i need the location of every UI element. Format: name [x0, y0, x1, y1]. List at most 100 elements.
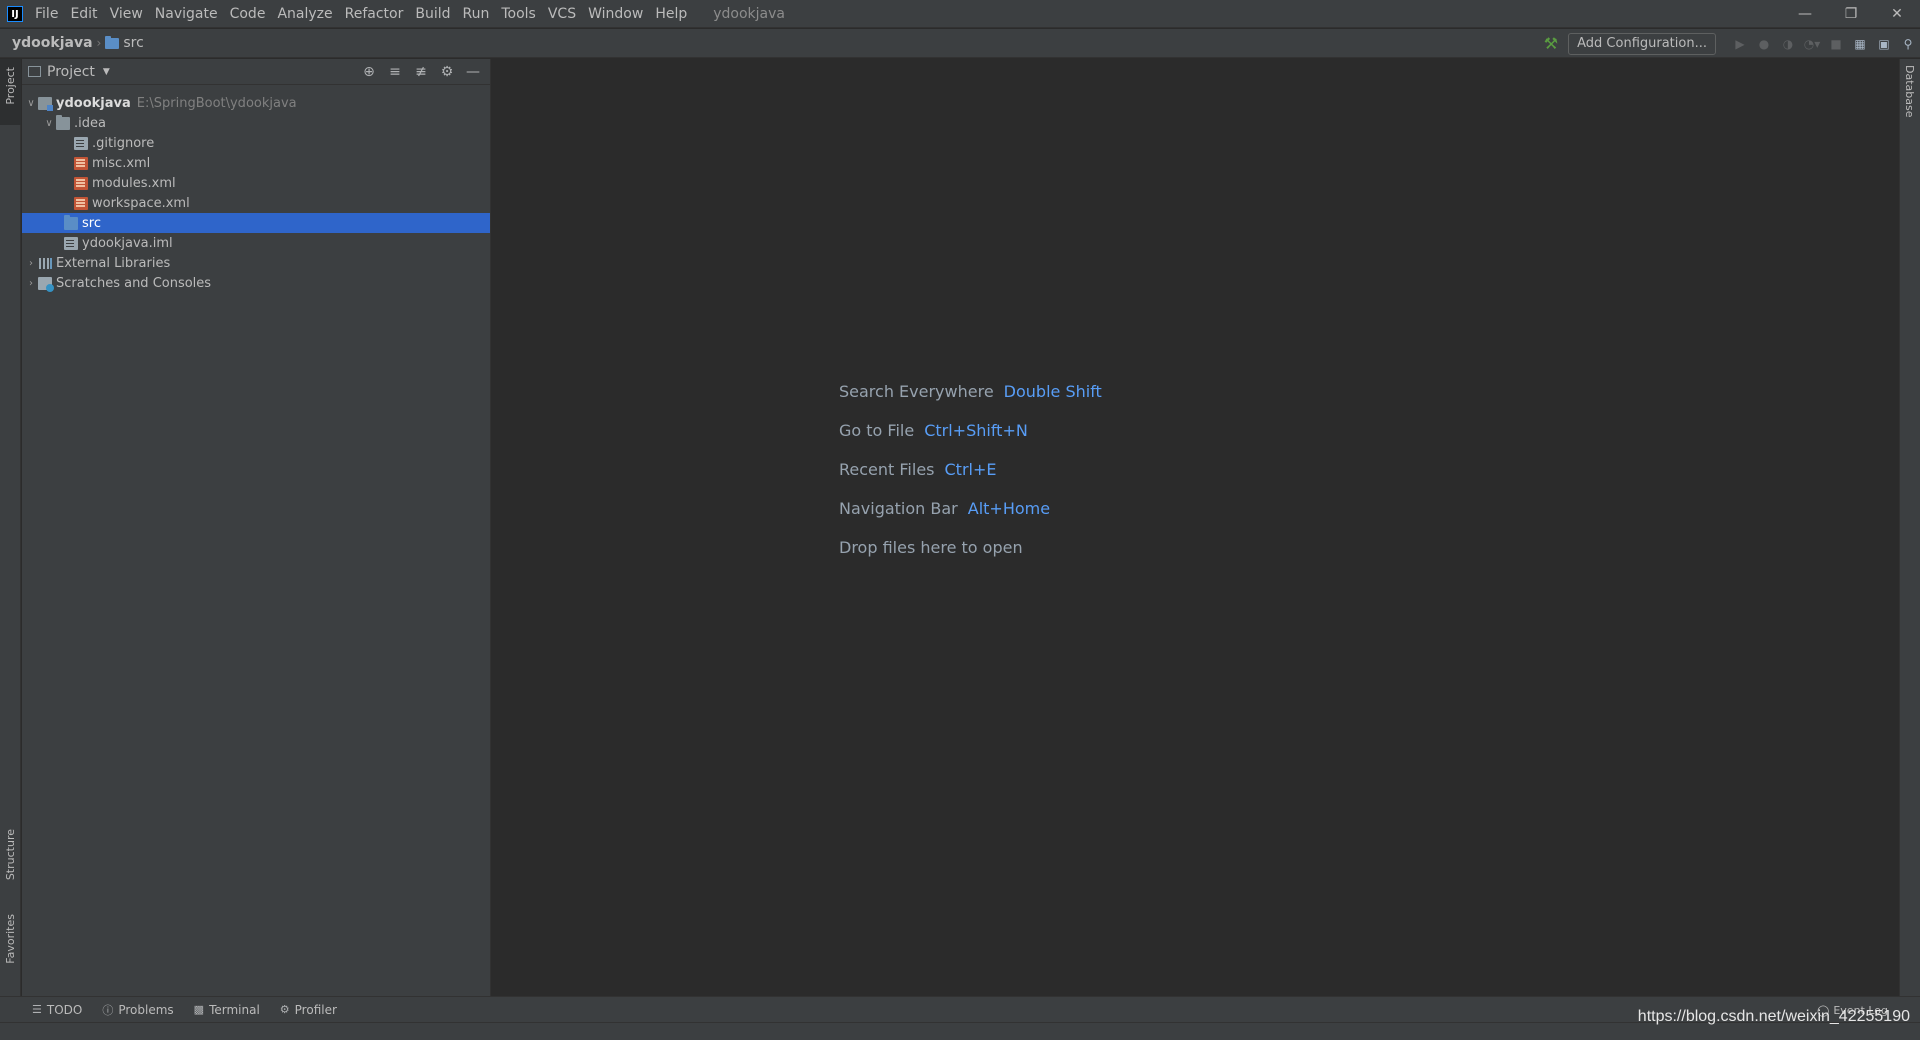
tool-tab-label: Terminal	[209, 1002, 260, 1017]
expand-all-icon[interactable]: ≡	[382, 61, 408, 83]
chevron-down-icon[interactable]: ∨	[24, 98, 38, 109]
profiler-icon: ⚙	[279, 1003, 290, 1016]
tool-tab-favorites[interactable]: Favorites	[0, 914, 21, 989]
breadcrumb-project[interactable]: ydookjava	[12, 35, 93, 51]
locate-file-icon[interactable]: ⊕	[356, 61, 382, 83]
breadcrumb-src[interactable]: src	[123, 35, 143, 51]
collapse-all-icon[interactable]: ≢	[408, 61, 434, 83]
tool-tab-favorites-label: Favorites	[4, 914, 17, 964]
hint-shortcut: Alt+Home	[967, 499, 1051, 518]
stop-icon[interactable]: ■	[1824, 32, 1848, 56]
hint-label: Search Everywhere	[839, 382, 994, 401]
gear-icon[interactable]: ⚙	[434, 61, 460, 83]
tool-tab-label: TODO	[46, 1002, 83, 1017]
tree-node-idea[interactable]: ∨ .idea	[22, 113, 490, 133]
tree-node-external-libraries[interactable]: › External Libraries	[22, 253, 490, 273]
debug-icon[interactable]: ●	[1752, 32, 1776, 56]
menu-vcs[interactable]: VCS	[542, 0, 582, 28]
title-bar: IJ File Edit View Navigate Code Analyze …	[0, 0, 1920, 28]
menu-run[interactable]: Run	[457, 0, 496, 28]
close-icon[interactable]: ✕	[1874, 0, 1920, 28]
bottom-tool-bar: ☰ TODO ⓘ Problems ▩ Terminal ⚙ Profiler …	[0, 996, 1920, 1022]
folder-icon	[56, 114, 70, 130]
tool-tab-todo[interactable]: ☰ TODO	[22, 997, 92, 1023]
tree-node-modules-xml[interactable]: modules.xml	[22, 173, 490, 193]
module-folder-icon	[38, 96, 53, 111]
profile-icon[interactable]: ◔▾	[1800, 32, 1824, 56]
tool-tab-label: Profiler	[294, 1002, 337, 1017]
left-tool-strip: Project Structure Favorites	[0, 59, 21, 996]
menu-help[interactable]: Help	[649, 0, 693, 28]
hint-label: Go to File	[839, 421, 915, 440]
tool-tab-structure[interactable]: Structure	[0, 829, 21, 909]
menu-analyze[interactable]: Analyze	[271, 0, 338, 28]
menu-build[interactable]: Build	[409, 0, 456, 28]
project-panel-header: Project ▼ ⊕ ≡ ≢ ⚙ —	[22, 59, 490, 85]
tool-tab-database[interactable]: Database	[1903, 65, 1916, 118]
run-toolbar: ⚒ Add Configuration... ▶ ● ◑ ◔▾ ■ ▦ ▣ ⚲	[1544, 29, 1920, 58]
run-icon[interactable]: ▶	[1728, 32, 1752, 56]
menu-navigate[interactable]: Navigate	[149, 0, 224, 28]
search-icon[interactable]: ⚲	[1896, 32, 1920, 56]
tree-node-workspace-xml[interactable]: workspace.xml	[22, 193, 490, 213]
hint-navigation-bar: Navigation Bar Alt+Home	[839, 489, 1102, 528]
tool-tab-profiler[interactable]: ⚙ Profiler	[270, 997, 347, 1023]
xml-file-icon	[74, 156, 88, 170]
xml-file-icon	[74, 176, 88, 190]
menu-view[interactable]: View	[104, 0, 149, 28]
tool-tab-terminal[interactable]: ▩ Terminal	[184, 997, 270, 1023]
coverage-icon[interactable]: ◑	[1776, 32, 1800, 56]
tree-node-label: .idea	[74, 115, 106, 131]
tree-node-project-root[interactable]: ∨ ydookjava E:\SpringBoot\ydookjava	[22, 93, 490, 113]
terminal-icon: ▩	[193, 1003, 205, 1016]
tree-node-misc-xml[interactable]: misc.xml	[22, 153, 490, 173]
add-configuration-button[interactable]: Add Configuration...	[1568, 32, 1716, 55]
tool-tab-problems[interactable]: ⓘ Problems	[92, 997, 183, 1023]
tool-tab-project[interactable]: Project	[0, 59, 21, 125]
tree-node-src[interactable]: src	[22, 213, 490, 233]
editor-area[interactable]: Search Everywhere Double Shift Go to Fil…	[492, 59, 1898, 996]
build-hammer-icon[interactable]: ⚒	[1544, 34, 1558, 53]
project-structure-icon[interactable]: ▦	[1848, 32, 1872, 56]
chevron-down-icon[interactable]: ∨	[42, 118, 56, 129]
menu-file[interactable]: File	[29, 0, 64, 28]
layout-icon[interactable]: ▣	[1872, 32, 1896, 56]
tree-node-label: Scratches and Consoles	[56, 275, 212, 291]
list-icon: ☰	[32, 1003, 42, 1016]
hint-label: Drop files here to open	[839, 538, 1023, 557]
minimize-icon[interactable]: —	[1782, 0, 1828, 28]
menu-tools[interactable]: Tools	[495, 0, 542, 28]
text-file-icon	[74, 136, 88, 150]
hint-recent-files: Recent Files Ctrl+E	[839, 450, 1102, 489]
libraries-icon	[38, 257, 52, 270]
menu-window[interactable]: Window	[582, 0, 649, 28]
window-controls: — ❐ ✕	[1782, 0, 1920, 28]
hint-label: Navigation Bar	[839, 499, 958, 518]
tree-node-label: ydookjava.iml	[82, 235, 173, 251]
status-bar	[0, 1022, 1920, 1040]
chevron-right-icon[interactable]: ›	[24, 278, 38, 289]
editor-empty-hints: Search Everywhere Double Shift Go to Fil…	[839, 372, 1102, 567]
menu-refactor[interactable]: Refactor	[339, 0, 410, 28]
project-tree: ∨ ydookjava E:\SpringBoot\ydookjava ∨ .i…	[22, 93, 490, 293]
menu-edit[interactable]: Edit	[64, 0, 103, 28]
tree-node-iml[interactable]: ydookjava.iml	[22, 233, 490, 253]
tree-node-label: modules.xml	[92, 175, 176, 191]
project-panel: Project ▼ ⊕ ≡ ≢ ⚙ — ∨ ydookjava E:\Sprin…	[22, 59, 491, 996]
menu-code[interactable]: Code	[224, 0, 272, 28]
tree-node-label: src	[82, 215, 101, 231]
tree-node-gitignore[interactable]: .gitignore	[22, 133, 490, 153]
project-path-hint: E:\SpringBoot\ydookjava	[136, 95, 297, 111]
xml-file-icon	[74, 196, 88, 210]
hint-go-to-file: Go to File Ctrl+Shift+N	[839, 411, 1102, 450]
tree-node-scratches[interactable]: › Scratches and Consoles	[22, 273, 490, 293]
chevron-right-icon[interactable]: ›	[24, 258, 38, 269]
tree-node-label: External Libraries	[56, 255, 171, 271]
hint-search-everywhere: Search Everywhere Double Shift	[839, 372, 1102, 411]
source-folder-icon	[64, 214, 78, 230]
folder-icon	[105, 35, 120, 49]
project-view-selector[interactable]: Project ▼	[28, 64, 110, 80]
hide-panel-icon[interactable]: —	[460, 61, 486, 83]
tree-node-label: workspace.xml	[92, 195, 190, 211]
restore-icon[interactable]: ❐	[1828, 0, 1874, 28]
